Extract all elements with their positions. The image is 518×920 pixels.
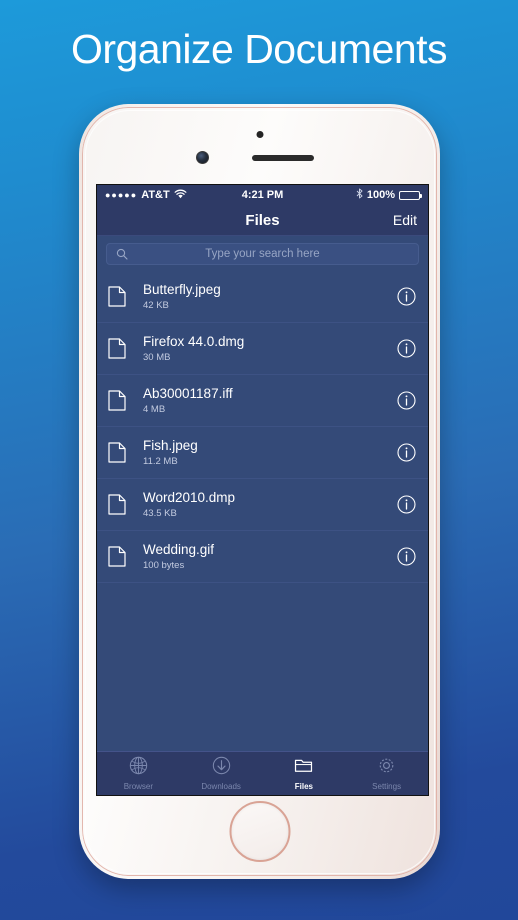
info-circle-icon[interactable]	[396, 391, 416, 410]
table-row[interactable]: Butterfly.jpeg 42 KB	[97, 271, 428, 323]
table-row[interactable]: Ab30001187.iff 4 MB	[97, 375, 428, 427]
battery-percent-label: 100%	[366, 189, 395, 201]
tab-label: Settings	[372, 782, 402, 791]
document-icon	[108, 546, 130, 567]
status-bar-right: 100%	[356, 188, 422, 202]
file-name: Fish.jpeg	[143, 437, 198, 453]
search-placeholder: Type your search here	[205, 248, 320, 260]
file-list: Butterfly.jpeg 42 KB Firefox 44.0.dmg 30…	[97, 271, 428, 583]
tab-browser[interactable]: Browser	[97, 752, 180, 795]
bluetooth-icon	[356, 188, 363, 202]
file-size: 100 bytes	[143, 560, 185, 572]
download-arrow-icon	[212, 756, 231, 780]
nav-title: Files	[245, 211, 280, 229]
document-icon	[108, 286, 130, 307]
file-name: Butterfly.jpeg	[143, 281, 221, 297]
document-icon	[108, 390, 130, 411]
info-circle-icon[interactable]	[396, 443, 416, 462]
file-info: Wedding.gif 100 bytes	[143, 542, 396, 572]
phone-device: ●●●●● AT&T 4:21 PM 100% Files Edit Type …	[79, 104, 440, 879]
globe-icon	[129, 756, 148, 780]
table-row[interactable]: Wedding.gif 100 bytes	[97, 531, 428, 583]
file-size: 11.2 MB	[143, 456, 178, 468]
document-icon	[108, 338, 130, 359]
tab-label: Browser	[123, 782, 154, 791]
battery-full-icon	[399, 190, 422, 200]
tab-files[interactable]: Files	[263, 752, 346, 795]
table-row[interactable]: Fish.jpeg 11.2 MB	[97, 427, 428, 479]
file-size: 42 KB	[143, 300, 169, 312]
info-circle-icon[interactable]	[396, 547, 416, 566]
document-icon	[108, 442, 130, 463]
phone-screen: ●●●●● AT&T 4:21 PM 100% Files Edit Type …	[96, 184, 429, 796]
tab-downloads[interactable]: Downloads	[180, 752, 263, 795]
file-name: Wedding.gif	[143, 541, 215, 557]
phone-front-face: ●●●●● AT&T 4:21 PM 100% Files Edit Type …	[82, 107, 437, 876]
info-circle-icon[interactable]	[396, 339, 416, 358]
file-size: 30 MB	[143, 352, 171, 364]
tab-settings[interactable]: Settings	[345, 752, 428, 795]
info-circle-icon[interactable]	[396, 495, 416, 514]
table-row[interactable]: Firefox 44.0.dmg 30 MB	[97, 323, 428, 375]
tab-bar: Browser Downloads Files Settings	[97, 751, 428, 795]
document-icon	[108, 494, 130, 515]
gear-icon	[377, 756, 396, 780]
file-name: Firefox 44.0.dmg	[143, 333, 245, 349]
navigation-bar: Files Edit	[97, 205, 428, 236]
folder-icon	[294, 756, 313, 780]
tab-label: Files	[294, 782, 313, 791]
file-info: Fish.jpeg 11.2 MB	[143, 438, 396, 468]
file-info: Ab30001187.iff 4 MB	[143, 386, 396, 416]
file-size: 43.5 KB	[143, 508, 177, 520]
edit-button[interactable]: Edit	[393, 212, 417, 228]
status-bar: ●●●●● AT&T 4:21 PM 100%	[97, 185, 428, 205]
file-size: 4 MB	[143, 404, 166, 416]
file-name: Word2010.dmp	[143, 489, 236, 505]
search-icon	[116, 248, 128, 260]
file-info: Word2010.dmp 43.5 KB	[143, 490, 396, 520]
search-input[interactable]: Type your search here	[106, 243, 419, 265]
search-bar-container: Type your search here	[97, 236, 428, 271]
home-button[interactable]	[229, 801, 290, 862]
proximity-sensor-icon	[256, 131, 263, 138]
file-info: Butterfly.jpeg 42 KB	[143, 282, 396, 312]
table-row[interactable]: Word2010.dmp 43.5 KB	[97, 479, 428, 531]
earpiece-speaker	[251, 155, 314, 161]
info-circle-icon[interactable]	[396, 287, 416, 306]
file-info: Firefox 44.0.dmg 30 MB	[143, 334, 396, 364]
file-name: Ab30001187.iff	[143, 385, 233, 401]
tab-label: Downloads	[201, 782, 241, 791]
front-camera-icon	[195, 151, 209, 164]
page-title: Organize Documents	[70, 26, 448, 72]
